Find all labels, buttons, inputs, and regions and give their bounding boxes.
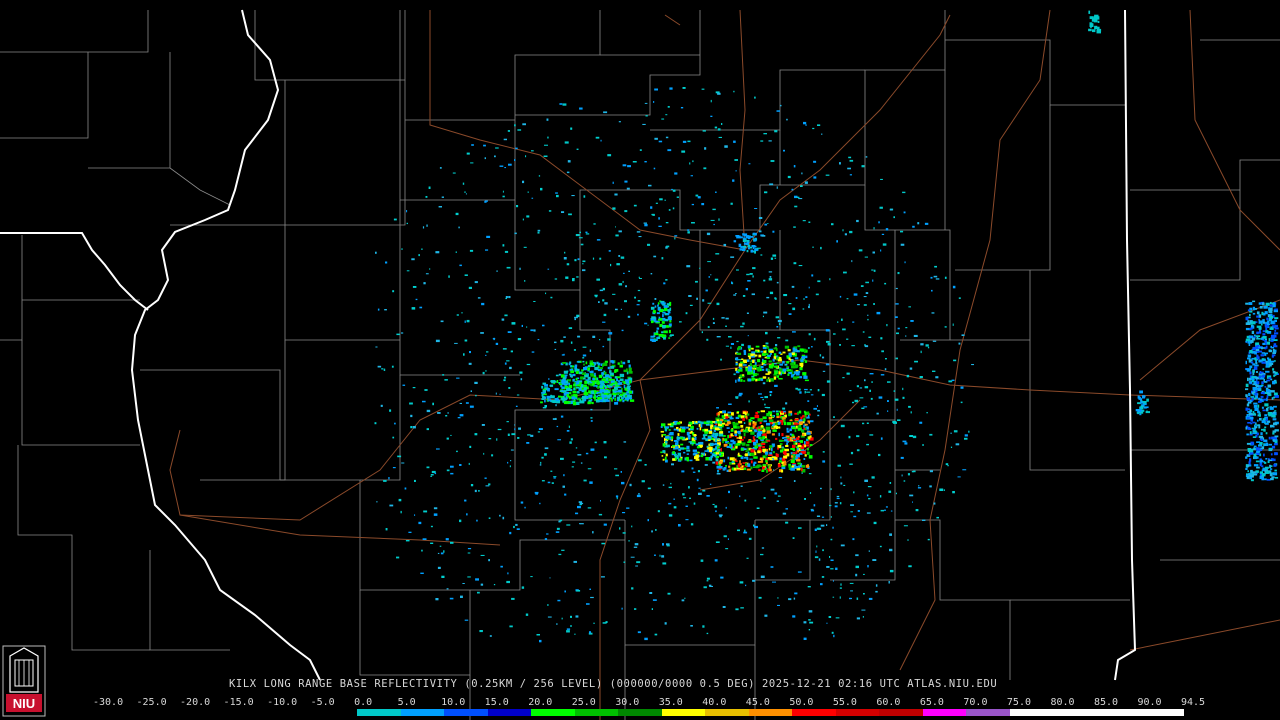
- colorbar-tick-label: -20.0: [180, 697, 211, 708]
- colorbar-tick-label: 75.0: [1006, 697, 1031, 708]
- colorbar-segment: [1096, 709, 1141, 716]
- colorbar-tick-label: -10.0: [267, 697, 298, 708]
- colorbar-tick-label: 25.0: [571, 697, 596, 708]
- colorbar-tick-label: 60.0: [876, 697, 901, 708]
- colorbar-segment: [661, 709, 706, 716]
- colorbar-tick-label: 45.0: [745, 697, 770, 708]
- colorbar-segment: [574, 709, 619, 716]
- niu-logo: NIU: [2, 645, 46, 717]
- logo-text: NIU: [13, 696, 35, 711]
- colorbar-segment: [1053, 709, 1097, 716]
- colorbar-segment: [966, 709, 1010, 716]
- colorbar-tick-label: 30.0: [615, 697, 640, 708]
- colorbar-segment: [1009, 709, 1054, 716]
- colorbar-segment: [96, 709, 140, 716]
- colorbar-segment: [313, 709, 358, 716]
- colorbar-segment: [922, 709, 967, 716]
- colorbar-segment: [618, 709, 662, 716]
- colorbar-labels: -30.0 -25.0 -20.0 -15.0 -10.0 -5.0 0.0 5.0 10.0 1…: [93, 697, 1205, 709]
- colorbar-tick-label: 65.0: [919, 697, 944, 708]
- colorbar-tick-label: 0.0: [354, 697, 373, 708]
- colorbar-tick-label: 20.0: [528, 697, 553, 708]
- colorbar-segment: [879, 709, 923, 716]
- colorbar-tick-label: 50.0: [789, 697, 814, 708]
- colorbar-tick-label: 35.0: [658, 697, 683, 708]
- colorbar-tick-label: -30.0: [93, 697, 124, 708]
- colorbar-tick-label: 55.0: [832, 697, 857, 708]
- colorbar-tick-label: 40.0: [702, 697, 727, 708]
- product-caption: KILX LONG RANGE BASE REFLECTIVITY (0.25K…: [229, 678, 998, 690]
- colorbar-segment: [226, 709, 271, 716]
- colorbar-tick-label: 94.5: [1181, 697, 1206, 708]
- radar-map: NIU: [0, 0, 1280, 720]
- colorbar-tick-label: -25.0: [136, 697, 167, 708]
- colorbar-tick-label: -15.0: [223, 697, 254, 708]
- reflectivity-colorbar: [96, 709, 1184, 716]
- colorbar-segment: [1140, 709, 1184, 716]
- colorbar-segment: [487, 709, 532, 716]
- colorbar-segment: [792, 709, 836, 716]
- colorbar-segment: [357, 709, 401, 716]
- colorbar-segment: [270, 709, 314, 716]
- colorbar-segment: [531, 709, 575, 716]
- colorbar-tick-label: 90.0: [1137, 697, 1162, 708]
- colorbar-tick-label: 10.0: [441, 697, 466, 708]
- colorbar-tick-label: 15.0: [484, 697, 509, 708]
- colorbar-tick-label: 80.0: [1050, 697, 1075, 708]
- colorbar-tick-label: -5.0: [310, 697, 335, 708]
- colorbar-segment: [139, 709, 184, 716]
- colorbar-tick-label: 5.0: [397, 697, 416, 708]
- colorbar-segment: [748, 709, 793, 716]
- colorbar-segment: [400, 709, 445, 716]
- colorbar-tick-label: 85.0: [1093, 697, 1119, 708]
- colorbar-segment: [835, 709, 880, 716]
- colorbar-segment: [705, 709, 749, 716]
- colorbar-tick-label: 70.0: [963, 697, 988, 708]
- colorbar-segment: [183, 709, 227, 716]
- colorbar-segment: [444, 709, 488, 716]
